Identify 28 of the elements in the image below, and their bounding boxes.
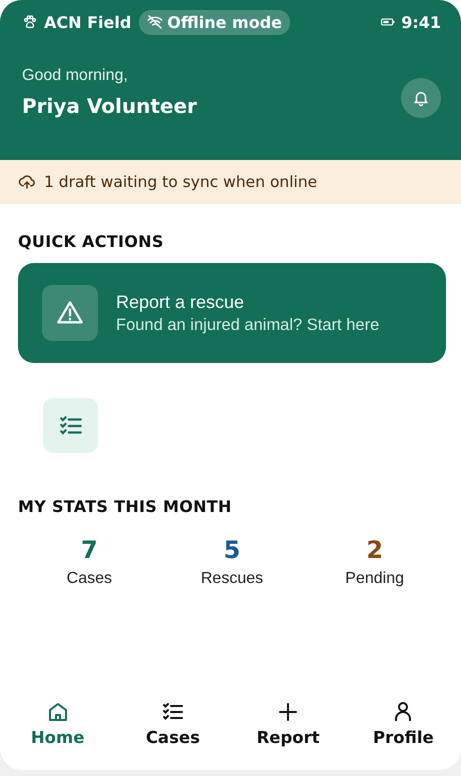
- stat-value: 5: [224, 536, 240, 564]
- section-title: QUICK ACTIONS: [18, 232, 165, 251]
- offline-label: Offline mode: [167, 12, 282, 32]
- nav-tab[interactable]: Cases: [115, 690, 230, 770]
- paw-icon: [22, 14, 38, 30]
- nav-tab[interactable]: Profile: [346, 690, 461, 770]
- notifications-button[interactable]: [401, 78, 441, 118]
- report-rescue-card[interactable]: Report a rescue Found an injured animal? Start here: [18, 263, 446, 363]
- wifi-off-icon: [147, 14, 164, 30]
- bell-icon: [412, 89, 430, 107]
- cases-tile-button[interactable]: [43, 398, 98, 453]
- cloud-upload-icon: [18, 173, 36, 191]
- user-name: Priya Volunteer: [22, 94, 197, 118]
- nav-tab[interactable]: Home: [0, 690, 116, 770]
- card-title: Report a rescue: [116, 292, 246, 312]
- sync-message: 1 draft waiting to sync when online: [44, 173, 318, 191]
- app-name: ACN Field: [44, 12, 132, 32]
- stat-value: 7: [80, 536, 98, 564]
- section-title: MY STATS THIS MONTH: [18, 497, 233, 516]
- stat-label: Cases: [66, 570, 112, 588]
- nav-tab[interactable]: Report: [230, 690, 346, 770]
- clock-time: 9:41: [401, 12, 441, 32]
- card-subtitle: Found an injured animal? Start here: [116, 316, 380, 334]
- greeting-text: Good morning,: [22, 66, 129, 84]
- stat-label: Rescues: [200, 570, 264, 588]
- stat-value: 2: [366, 536, 384, 564]
- stat-label: Pending: [345, 570, 404, 588]
- battery-icon: [381, 17, 396, 27]
